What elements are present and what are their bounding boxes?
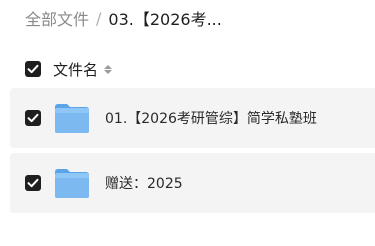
breadcrumb-current: 03.【2026考... — [108, 10, 222, 29]
folder-icon — [55, 169, 89, 198]
breadcrumb: 全部文件 / 03.【2026考... — [25, 6, 222, 30]
checkmark-icon — [27, 113, 39, 123]
file-checkbox[interactable] — [25, 175, 41, 191]
file-list-header: 文件名 — [25, 58, 113, 80]
checkmark-icon — [27, 64, 39, 74]
column-header-filename[interactable]: 文件名 — [53, 59, 98, 80]
file-row[interactable]: 赠送：2025 — [10, 153, 375, 213]
sort-icon[interactable] — [104, 64, 113, 74]
folder-icon — [55, 104, 89, 133]
breadcrumb-separator: / — [96, 8, 102, 28]
file-name[interactable]: 01.【2026考研管综】简学私塾班 — [105, 108, 317, 128]
breadcrumb-root[interactable]: 全部文件 — [25, 6, 89, 30]
file-row[interactable]: 01.【2026考研管综】简学私塾班 — [10, 88, 375, 148]
select-all-checkbox[interactable] — [25, 61, 41, 77]
file-name[interactable]: 赠送：2025 — [105, 173, 183, 193]
checkmark-icon — [27, 178, 39, 188]
file-checkbox[interactable] — [25, 110, 41, 126]
